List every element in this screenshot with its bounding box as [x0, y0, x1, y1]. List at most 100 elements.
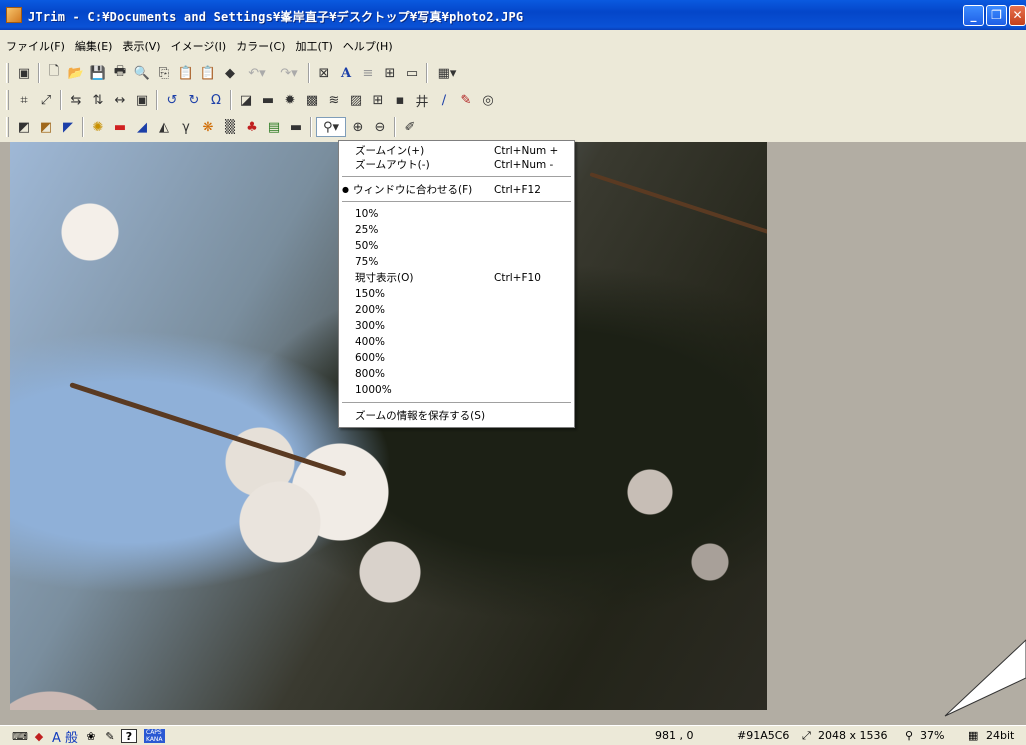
menu-item-fit-window[interactable]: ● ウィンドウに合わせる(F) Ctrl+F12	[339, 183, 574, 197]
crop-icon[interactable]: ⌗	[14, 90, 34, 110]
text-icon[interactable]: A	[336, 63, 356, 83]
menu-item-label: ズームイン(+)	[355, 145, 425, 157]
properties-icon[interactable]: ▣	[14, 63, 34, 83]
menu-image[interactable]: イメージ(I)	[165, 38, 231, 56]
toolbar-grip[interactable]	[6, 63, 9, 83]
menu-item-1000[interactable]: 1000%	[339, 383, 574, 397]
ime-pad-icon[interactable]: ✎	[102, 729, 118, 743]
redo-icon[interactable]: ↷▾	[274, 63, 304, 83]
menu-item-10[interactable]: 10%	[339, 207, 574, 221]
menu-item-save-zoom-info[interactable]: ズームの情報を保存する(S)	[339, 409, 574, 423]
menu-item-zoom-in[interactable]: ズームイン(+) Ctrl+Num +	[339, 144, 574, 158]
menu-view[interactable]: 表示(V)	[116, 38, 164, 56]
border-icon[interactable]: ▬	[258, 90, 278, 110]
app-icon[interactable]	[6, 7, 22, 23]
align-icon[interactable]: ≡	[358, 63, 378, 83]
menu-item-75[interactable]: 75%	[339, 255, 574, 269]
menu-edit[interactable]: 編集(E)	[69, 38, 117, 56]
menu-item-150[interactable]: 150%	[339, 287, 574, 301]
gamma-icon[interactable]: γ	[176, 117, 196, 137]
ime-mode-text[interactable]: A 般	[50, 729, 80, 745]
menu-item-label: 150%	[355, 288, 386, 300]
saturation-icon[interactable]: ♣	[242, 117, 262, 137]
callout-pointer	[944, 639, 1026, 717]
maximize-button[interactable]: ❐	[986, 5, 1007, 26]
caps-kana-indicator[interactable]: CAPS KANA	[144, 729, 165, 743]
noise-icon[interactable]: ▒	[220, 117, 240, 137]
flip-h-icon[interactable]: ⇆	[66, 90, 86, 110]
paste-icon[interactable]: 📋	[176, 63, 196, 83]
zoom-in-icon[interactable]: ⊕	[348, 117, 368, 137]
open-icon[interactable]: 📂	[66, 63, 86, 83]
rotate-free-icon[interactable]: Ω	[206, 90, 226, 110]
undo-icon[interactable]: ↶▾	[242, 63, 272, 83]
zoom-out-icon[interactable]: ⊖	[370, 117, 390, 137]
menu-item-400[interactable]: 400%	[339, 335, 574, 349]
blur-icon[interactable]: ⊞	[368, 90, 388, 110]
resize-icon[interactable]: ⤢	[36, 90, 56, 110]
ime-app-icon[interactable]: ◆	[31, 729, 47, 743]
menu-item-25[interactable]: 25%	[339, 223, 574, 237]
sepia-icon[interactable]: ◩	[36, 117, 56, 137]
grid-dropdown-icon[interactable]: ▦▾	[432, 63, 462, 83]
menu-item-zoom-out[interactable]: ズームアウト(-) Ctrl+Num -	[339, 158, 574, 172]
menu-help[interactable]: ヘルプ(H)	[337, 38, 397, 56]
menu-item-50[interactable]: 50%	[339, 239, 574, 253]
eyedropper-icon[interactable]: ✐	[400, 117, 420, 137]
new-icon[interactable]: 🗋	[44, 63, 64, 83]
menu-item-600[interactable]: 600%	[339, 351, 574, 365]
menu-item-300[interactable]: 300%	[339, 319, 574, 333]
menu-file[interactable]: ファイル(F)	[0, 38, 69, 56]
sparkle-icon[interactable]: ✺	[88, 117, 108, 137]
toolbar-grip[interactable]	[6, 117, 9, 137]
menu-process[interactable]: 加工(T)	[289, 38, 336, 56]
print-preview-icon[interactable]: 🔍	[132, 63, 152, 83]
rotate-cw-icon[interactable]: ↻	[184, 90, 204, 110]
kana-label: KANA	[144, 736, 165, 743]
shadow-icon[interactable]: ◪	[236, 90, 256, 110]
fit-icon[interactable]: ⊠	[314, 63, 334, 83]
zoom-menu: ズームイン(+) Ctrl+Num + ズームアウト(-) Ctrl+Num -…	[338, 140, 575, 428]
hdr-icon[interactable]: ▤	[264, 117, 284, 137]
minimize-button[interactable]: _	[963, 5, 984, 26]
save-icon[interactable]: 💾	[88, 63, 108, 83]
close-button[interactable]: ✕	[1009, 5, 1026, 26]
tile-icon[interactable]: ⊞	[380, 63, 400, 83]
gray-icon[interactable]: ◩	[14, 117, 34, 137]
mosaic-icon[interactable]: ▩	[302, 90, 322, 110]
star-icon[interactable]: ✹	[280, 90, 300, 110]
print-icon[interactable]: 🖶	[110, 63, 130, 83]
color-balance-icon[interactable]: ▬	[110, 117, 130, 137]
toolbar-grip[interactable]	[6, 90, 9, 110]
copy-icon[interactable]: ⎘	[154, 63, 174, 83]
menu-item-actual-size[interactable]: 現寸表示(O) Ctrl+F10	[339, 271, 574, 285]
brush-icon[interactable]: ✎	[456, 90, 476, 110]
paste-new-icon[interactable]: 📋	[198, 63, 218, 83]
rotate-icon[interactable]: ↔	[110, 90, 130, 110]
pattern-icon[interactable]: 井	[412, 90, 432, 110]
keyboard-icon[interactable]: ⌨	[12, 729, 28, 743]
emboss-icon[interactable]: ▨	[346, 90, 366, 110]
pen-icon[interactable]: ∕	[434, 90, 454, 110]
branch	[69, 382, 347, 477]
level-icon[interactable]: ◭	[154, 117, 174, 137]
pixel-color: #91A5C6	[737, 729, 790, 742]
wave-icon[interactable]: ≋	[324, 90, 344, 110]
palette-icon[interactable]: ◢	[132, 117, 152, 137]
frame-icon[interactable]: ▭	[402, 63, 422, 83]
help-icon[interactable]: ?	[121, 729, 137, 743]
canvas-icon[interactable]: ▣	[132, 90, 152, 110]
sharpen-icon[interactable]: ▪	[390, 90, 410, 110]
zoom-dropdown-icon[interactable]: ⚲▾	[316, 117, 346, 137]
hue-icon[interactable]: ❋	[198, 117, 218, 137]
paint-icon[interactable]: ◆	[220, 63, 240, 83]
spiral-icon[interactable]: ◎	[478, 90, 498, 110]
ime-dictionary-icon[interactable]: ❀	[83, 729, 99, 743]
contrast-icon[interactable]: ▬	[286, 117, 306, 137]
flip-v-icon[interactable]: ⇅	[88, 90, 108, 110]
invert-icon[interactable]: ◤	[58, 117, 78, 137]
menu-item-200[interactable]: 200%	[339, 303, 574, 317]
menu-color[interactable]: カラー(C)	[230, 38, 289, 56]
menu-item-800[interactable]: 800%	[339, 367, 574, 381]
rotate-ccw-icon[interactable]: ↺	[162, 90, 182, 110]
